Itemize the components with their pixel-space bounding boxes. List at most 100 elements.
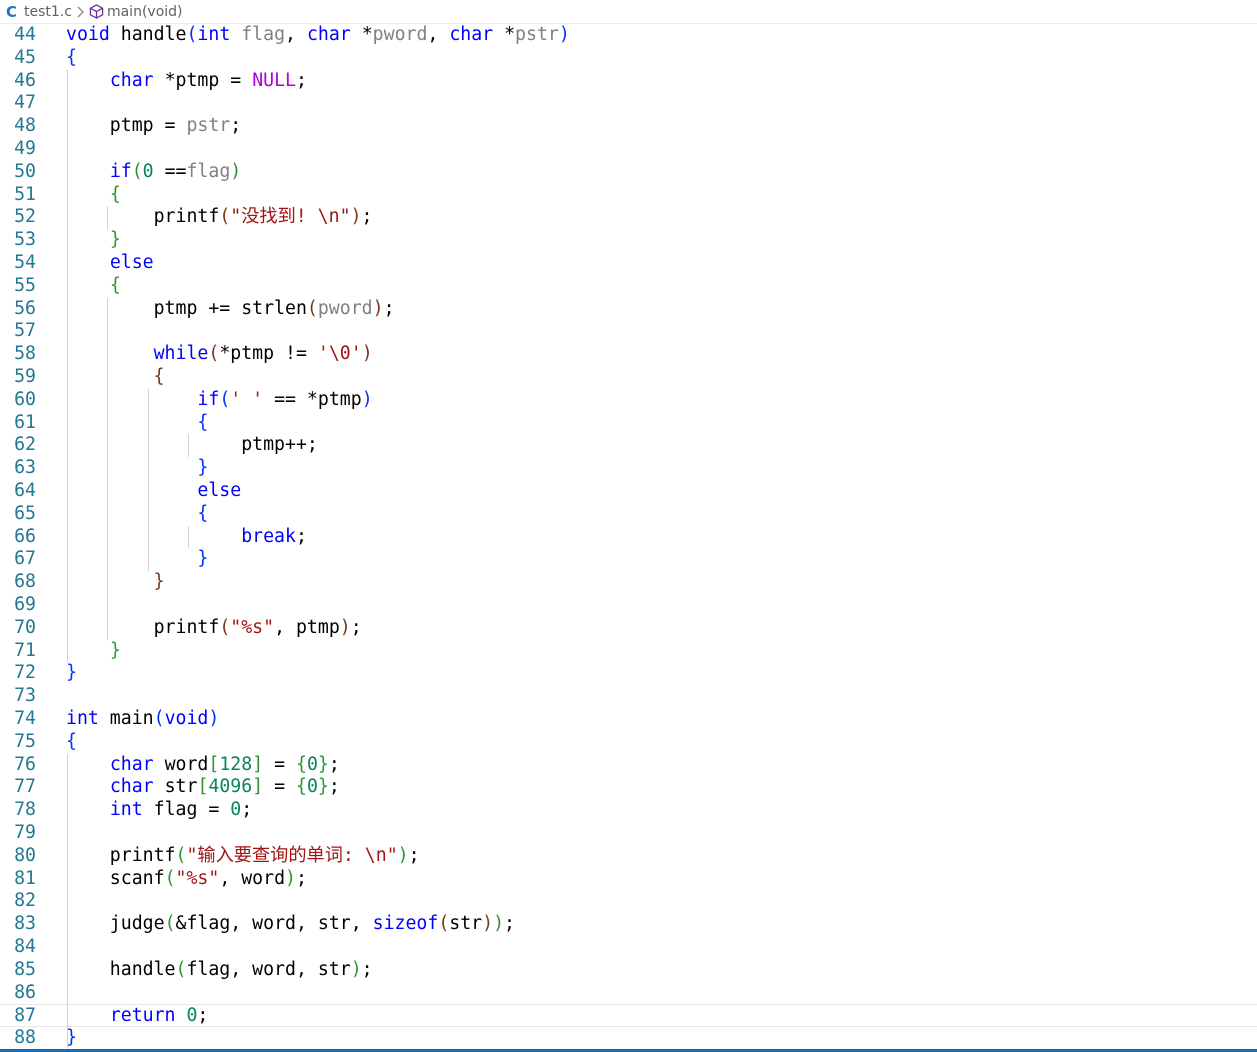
code-text[interactable]: judge(&flag, word, str, sizeof(str)); xyxy=(66,913,515,936)
code-text[interactable]: ptmp += strlen(pword); xyxy=(66,298,395,321)
code-line[interactable]: 45 { xyxy=(0,47,1257,70)
code-line[interactable]: 63 } xyxy=(0,457,1257,480)
code-text[interactable]: } xyxy=(66,640,121,663)
line-number: 74 xyxy=(14,708,36,729)
code-line[interactable]: 57 xyxy=(0,320,1257,343)
code-token: '\0' xyxy=(317,343,362,365)
code-line[interactable]: 52 printf("没找到! \n"); xyxy=(0,206,1257,229)
code-text[interactable]: ptmp = pstr; xyxy=(66,115,241,138)
code-line[interactable]: 59 { xyxy=(0,366,1257,389)
code-line[interactable]: 75 { xyxy=(0,731,1257,754)
code-text[interactable]: char word[128] = {0}; xyxy=(66,754,340,777)
code-line[interactable]: 48 ptmp = pstr; xyxy=(0,115,1257,138)
code-token: char xyxy=(109,776,154,798)
code-line[interactable]: 84 xyxy=(0,936,1257,959)
line-number: 88 xyxy=(14,1027,36,1049)
code-text[interactable]: while(*ptmp != '\0') xyxy=(66,343,373,366)
code-line[interactable]: 53 } xyxy=(0,229,1257,252)
code-text[interactable]: if(' ' == *ptmp) xyxy=(66,389,372,412)
code-text[interactable]: { xyxy=(66,503,208,526)
code-token: ( xyxy=(219,206,231,228)
code-token: } xyxy=(197,548,209,570)
code-text[interactable]: { xyxy=(66,184,121,207)
code-token: str xyxy=(449,913,483,935)
code-line[interactable]: 49 xyxy=(0,138,1257,161)
code-line[interactable]: 81 scanf("%s", word); xyxy=(0,868,1257,891)
code-text[interactable]: void handle(int flag, char *pword, char … xyxy=(66,24,570,47)
code-line[interactable]: 80 printf("输入要查询的单词: \n"); xyxy=(0,845,1257,868)
code-text[interactable]: } xyxy=(66,229,121,252)
code-text[interactable]: return 0; xyxy=(66,1005,209,1028)
code-line[interactable]: 46 char *ptmp = NULL; xyxy=(0,70,1257,93)
code-text[interactable]: char str[4096] = {0}; xyxy=(66,776,340,799)
code-line[interactable]: 70 printf("%s", ptmp); xyxy=(0,617,1257,640)
code-text[interactable]: { xyxy=(66,275,121,298)
code-text[interactable]: printf("没找到! \n"); xyxy=(66,206,373,229)
code-token: 0 xyxy=(230,799,242,821)
code-text[interactable]: else xyxy=(66,252,154,275)
code-line[interactable]: 76 char word[128] = {0}; xyxy=(0,754,1257,777)
code-token: ; xyxy=(295,525,307,547)
code-line[interactable]: 77 char str[4096] = {0}; xyxy=(0,776,1257,799)
code-line[interactable]: 73 xyxy=(0,685,1257,708)
code-line[interactable]: 68 } xyxy=(0,571,1257,594)
breadcrumb-file[interactable]: test1.c xyxy=(24,4,72,20)
code-text[interactable]: handle(flag, word, str); xyxy=(66,959,373,982)
code-text[interactable]: int main(void) xyxy=(66,708,219,731)
code-line[interactable]: 60 if(' ' == *ptmp) xyxy=(0,389,1257,412)
code-line[interactable]: 58 while(*ptmp != '\0') xyxy=(0,343,1257,366)
code-editor[interactable]: 44 void handle(int flag, char *pword, cha… xyxy=(0,24,1257,1050)
code-line[interactable]: 47 xyxy=(0,92,1257,115)
code-token: char xyxy=(109,753,154,775)
code-text[interactable]: ptmp++; xyxy=(66,434,318,457)
code-text[interactable]: break; xyxy=(66,526,307,549)
code-text[interactable]: printf("%s", ptmp); xyxy=(66,617,362,640)
code-token: [ xyxy=(208,753,220,775)
breadcrumb-symbol[interactable]: main(void) xyxy=(107,4,183,20)
code-token: [ xyxy=(197,776,209,798)
code-line[interactable]: 51 { xyxy=(0,184,1257,207)
code-text[interactable]: { xyxy=(66,366,165,389)
code-line[interactable]: 83 judge(&flag, word, str, sizeof(str)); xyxy=(0,913,1257,936)
code-line[interactable]: 55 { xyxy=(0,275,1257,298)
code-text[interactable]: else xyxy=(66,480,241,503)
line-number: 79 xyxy=(14,822,36,843)
code-text[interactable]: } xyxy=(66,571,165,594)
code-line[interactable]: 44 void handle(int flag, char *pword, cha… xyxy=(0,24,1257,47)
code-text[interactable]: } xyxy=(66,662,77,685)
code-token: { xyxy=(153,366,165,387)
code-line[interactable]: 67 } xyxy=(0,548,1257,571)
code-line[interactable]: 82 xyxy=(0,890,1257,913)
code-text[interactable]: { xyxy=(66,47,77,70)
code-text[interactable]: char *ptmp = NULL; xyxy=(66,70,307,93)
code-text[interactable]: } xyxy=(66,548,208,571)
code-text[interactable]: { xyxy=(66,412,208,435)
code-line[interactable]: 69 xyxy=(0,594,1257,617)
code-token: ) xyxy=(361,343,373,365)
code-line[interactable]: 56 ptmp += strlen(pword); xyxy=(0,298,1257,321)
code-line[interactable]: 71 } xyxy=(0,640,1257,663)
code-text[interactable]: scanf("%s", word); xyxy=(66,868,307,891)
code-line[interactable]: 65 { xyxy=(0,503,1257,526)
code-text[interactable]: printf("输入要查询的单词: \n"); xyxy=(66,845,420,868)
code-line[interactable]: 86 xyxy=(0,982,1257,1005)
code-token: flag xyxy=(186,160,231,182)
code-line[interactable]: 79 xyxy=(0,822,1257,845)
code-line[interactable]: 74 int main(void) xyxy=(0,708,1257,731)
line-number: 44 xyxy=(14,24,36,45)
code-text[interactable]: } xyxy=(66,457,208,480)
code-token: = xyxy=(263,776,297,798)
code-line[interactable]: 78 int flag = 0; xyxy=(0,799,1257,822)
code-line[interactable]: 87 return 0; xyxy=(0,1004,1257,1028)
code-line[interactable]: 61 { xyxy=(0,412,1257,435)
code-line[interactable]: 72} xyxy=(0,662,1257,685)
code-line[interactable]: 54 else xyxy=(0,252,1257,275)
code-line[interactable]: 64 else xyxy=(0,480,1257,503)
code-line[interactable]: 50 if(0 ==flag) xyxy=(0,161,1257,184)
code-line[interactable]: 88} xyxy=(0,1027,1257,1050)
code-text[interactable]: int flag = 0; xyxy=(66,799,252,822)
code-text[interactable]: if(0 ==flag) xyxy=(66,161,241,184)
code-text[interactable]: { xyxy=(66,731,77,754)
code-line[interactable]: 85 handle(flag, word, str); xyxy=(0,959,1257,982)
